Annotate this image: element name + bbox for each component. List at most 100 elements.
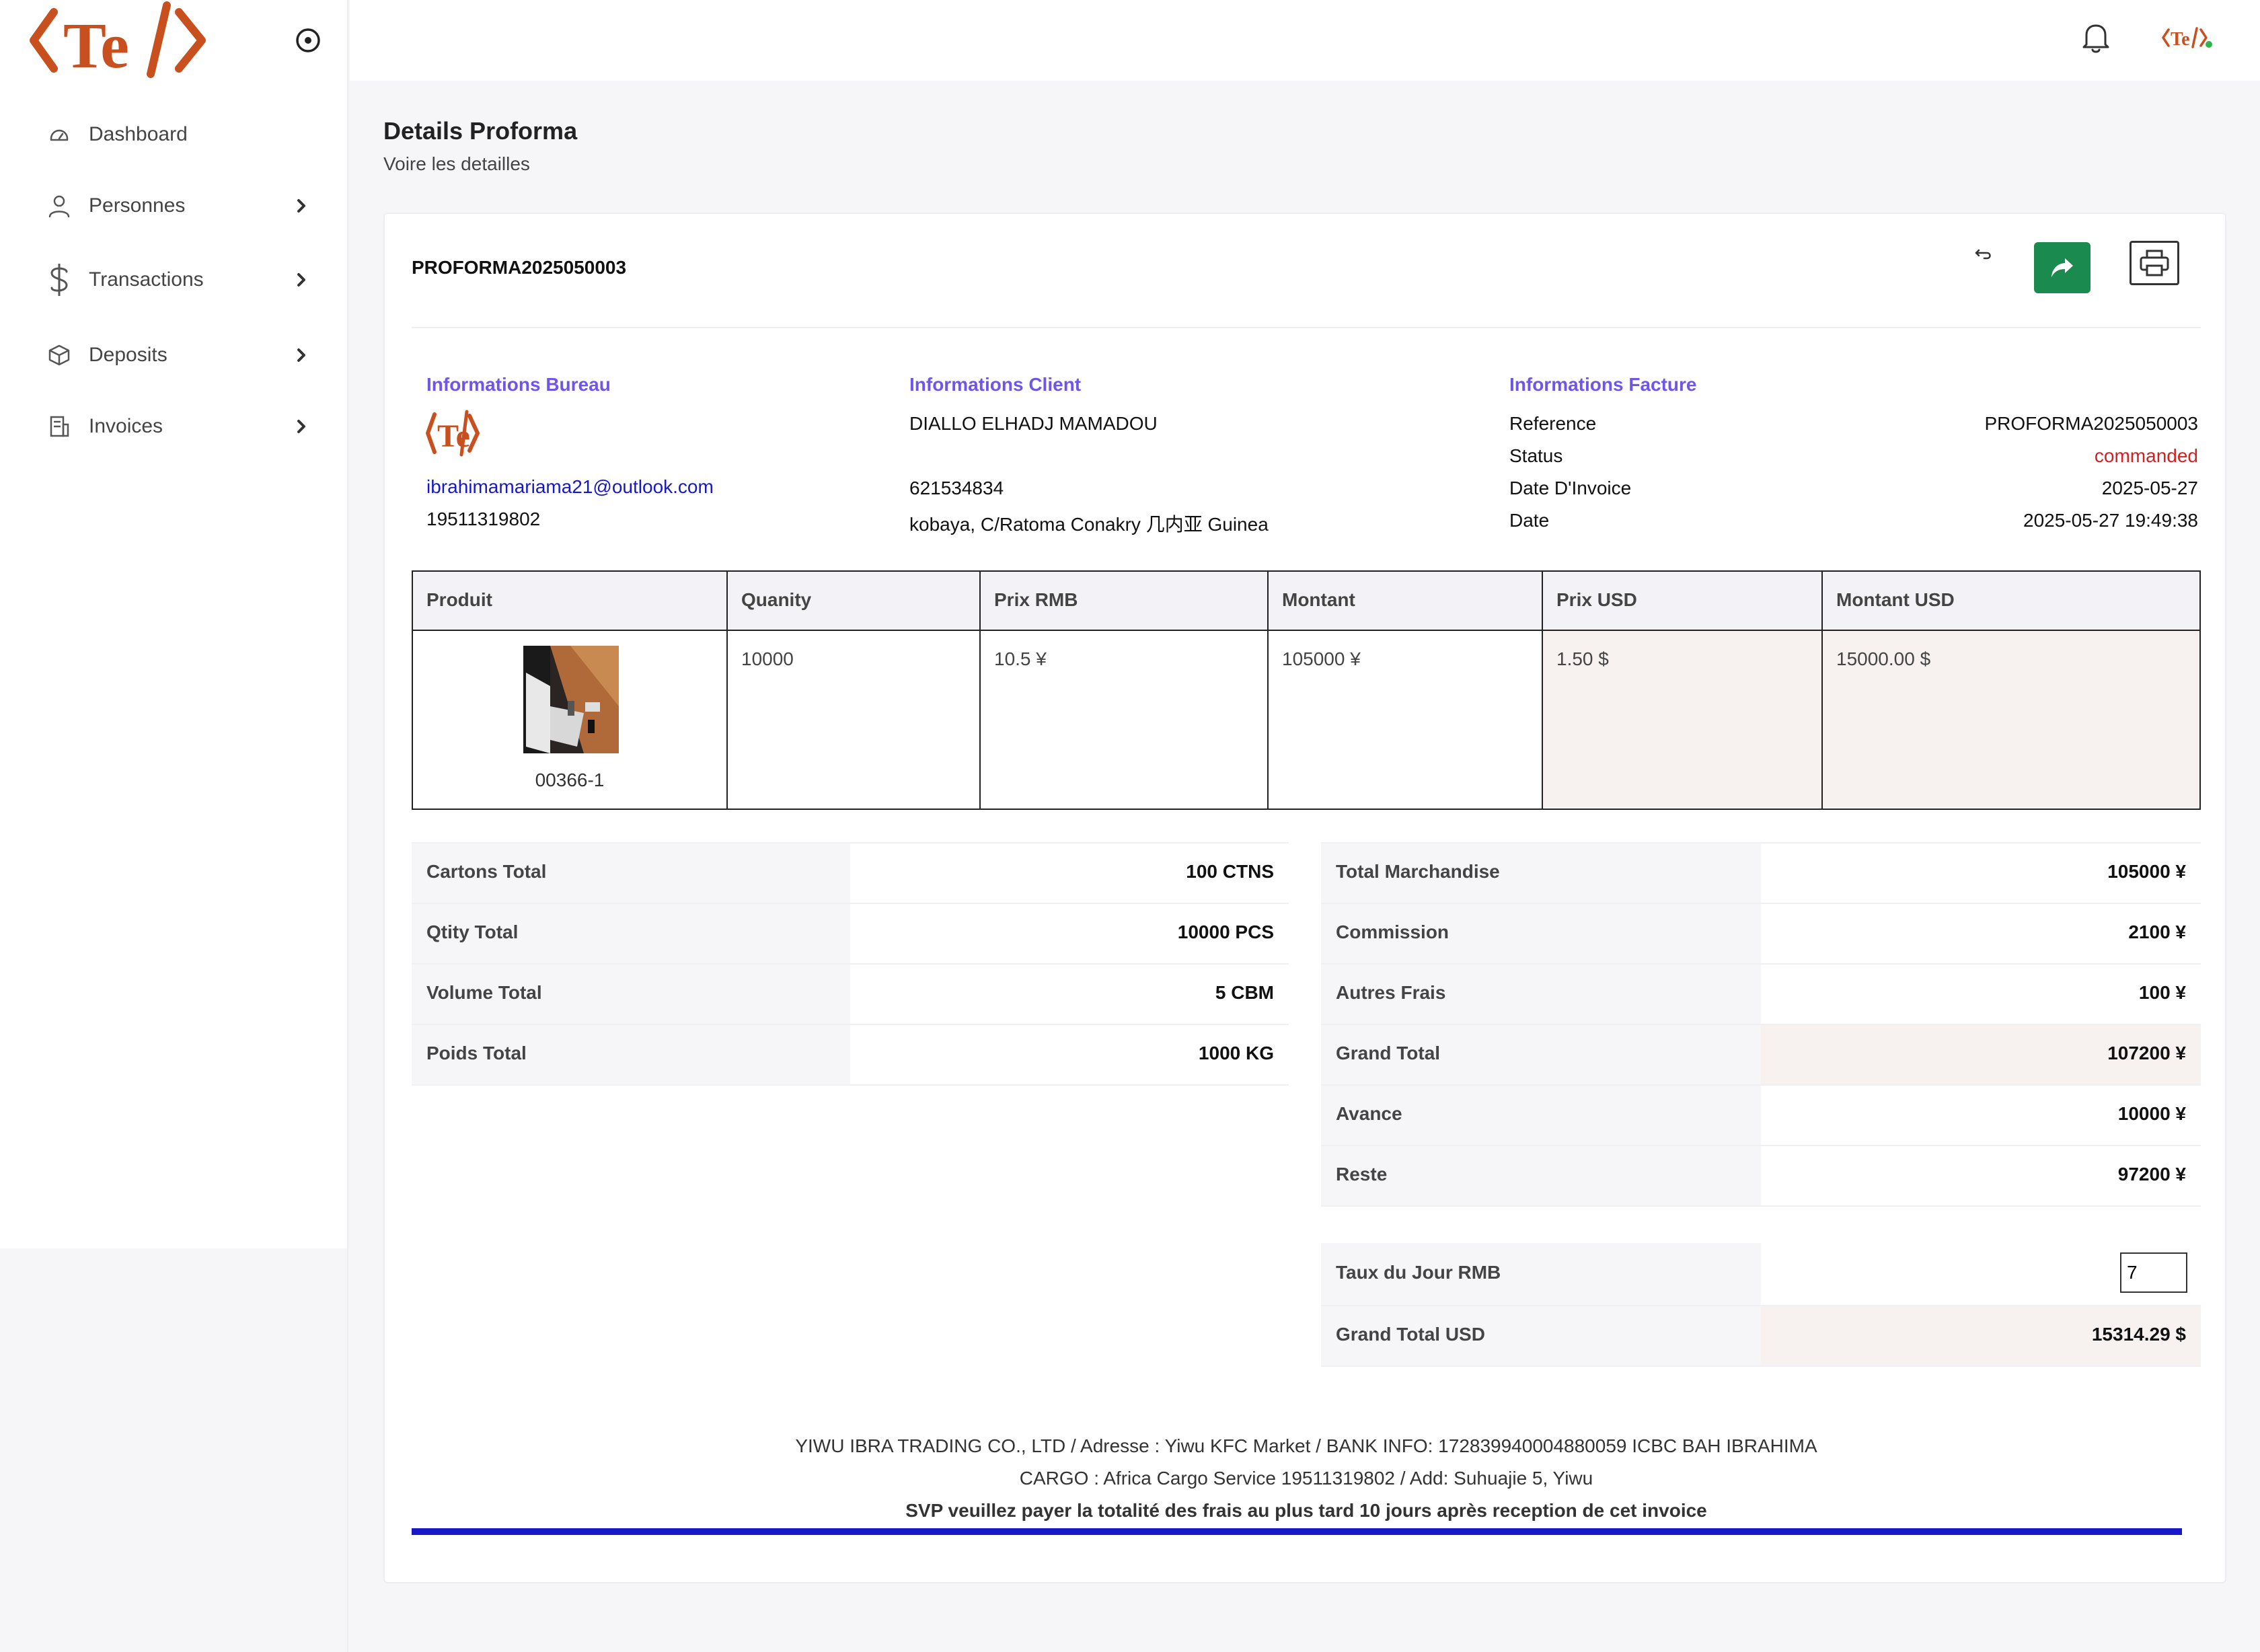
column-header: Produit — [413, 572, 726, 631]
facture-date-label: Date — [1509, 510, 1550, 531]
client-phone: 621534834 — [909, 478, 1004, 498]
column-prix-usd: Prix USD 1.50 $ — [1543, 572, 1823, 809]
row-label: Volume Total — [412, 965, 850, 1024]
column-quantity: Quanity 10000 — [728, 572, 981, 809]
table-row: Qtity Total 10000 PCS — [412, 904, 1289, 965]
facture-status-label: Status — [1509, 445, 1563, 466]
status-badge: commanded — [2094, 445, 2198, 466]
bell-icon[interactable] — [2081, 22, 2111, 54]
sidebar-item-label: Invoices — [89, 415, 163, 437]
row-label: Cartons Total — [412, 843, 850, 903]
table-row: Taux du Jour RMB — [1321, 1243, 2201, 1306]
card-divider — [412, 327, 2201, 328]
user-avatar-logo[interactable]: Te — [2162, 24, 2216, 51]
column-header: Montant — [1269, 572, 1542, 631]
bureau-logo: Te — [426, 410, 480, 457]
row-value: 107200 ¥ — [1761, 1025, 2201, 1084]
rate-cell — [1761, 1243, 2201, 1305]
column-header: Prix RMB — [981, 572, 1267, 631]
row-value: 10000 PCS — [850, 904, 1289, 963]
usd-conversion-table: Taux du Jour RMB Grand Total USD 15314.2… — [1321, 1243, 2201, 1367]
grand-total-usd-value: 15314.29 $ — [1761, 1306, 2201, 1365]
row-label: Autres Frais — [1321, 965, 1761, 1024]
facture-reference-value: PROFORMA2025050003 — [1984, 413, 2198, 434]
brand-logo[interactable]: Te — [27, 0, 215, 83]
rate-input[interactable] — [2120, 1252, 2187, 1293]
client-address: kobaya, C/Ratoma Conakry 几内亚 Guinea — [909, 514, 1269, 535]
person-icon — [46, 192, 73, 219]
table-row: Volume Total 5 CBM — [412, 965, 1289, 1025]
print-button[interactable] — [2130, 241, 2179, 285]
column-montant: Montant 105000 ¥ — [1269, 572, 1543, 809]
chevron-right-icon[interactable] — [288, 192, 315, 219]
column-prix-rmb: Prix RMB 10.5 ¥ — [981, 572, 1269, 809]
footer-divider-bar — [412, 1528, 2182, 1535]
table-row: Commission 2100 ¥ — [1321, 904, 2201, 965]
product-code: 00366-1 — [535, 769, 605, 790]
table-cell: 105000 ¥ — [1282, 648, 1361, 669]
table-row: Avance 10000 ¥ — [1321, 1086, 2201, 1146]
footer-company-info: YIWU IBRA TRADING CO., LTD / Adresse : Y… — [795, 1435, 1817, 1456]
page-title: Details Proforma — [383, 117, 578, 145]
table-cell: 1.50 $ — [1543, 631, 1821, 807]
sidebar-item-deposits[interactable]: Deposits — [46, 335, 315, 375]
client-name: DIALLO ELHADJ MAMADOU — [909, 413, 1158, 434]
proforma-reference-title: PROFORMA2025050003 — [412, 257, 627, 278]
row-label: Reste — [1321, 1146, 1761, 1205]
sidebar-item-transactions[interactable]: Transactions — [46, 260, 315, 300]
target-icon[interactable] — [295, 27, 322, 54]
user-avatar-logo-text: Te — [2171, 29, 2190, 50]
table-cell: 10.5 ¥ — [994, 648, 1047, 669]
sidebar-item-personnes[interactable]: Personnes — [46, 186, 315, 226]
column-montant-usd: Montant USD 15000.00 $ — [1823, 572, 2199, 809]
brand-logo-text: Te — [63, 9, 129, 81]
table-row: Autres Frais 100 ¥ — [1321, 965, 2201, 1025]
column-header: Montant USD — [1823, 572, 2199, 631]
row-label: Grand Total — [1321, 1025, 1761, 1084]
table-row: Grand Total 107200 ¥ — [1321, 1025, 2201, 1086]
footer-payment-notice: SVP veuillez payer la totalité des frais… — [905, 1500, 1707, 1521]
share-icon — [2051, 258, 2073, 277]
dashboard-icon — [46, 121, 73, 148]
client-section-title: Informations Client — [909, 374, 1082, 395]
sidebar-item-label: Dashboard — [89, 123, 188, 145]
table-row: Total Marchandise 105000 ¥ — [1321, 843, 2201, 904]
product-image[interactable] — [523, 646, 619, 753]
sidebar-item-label: Deposits — [89, 344, 167, 366]
top-bar — [350, 0, 2260, 81]
items-table: Produit 00366-1 Quanity 10000 Prix RMB 1… — [412, 570, 2201, 810]
facture-invoice-date-value: 2025-05-27 — [2101, 478, 2198, 498]
sidebar-item-invoices[interactable]: Invoices — [46, 406, 315, 447]
column-produit: Produit 00366-1 — [413, 572, 728, 809]
chevron-right-icon[interactable] — [288, 342, 315, 369]
chevron-right-icon[interactable] — [288, 413, 315, 440]
facture-date-value: 2025-05-27 19:49:38 — [2023, 510, 2198, 531]
column-header: Prix USD — [1543, 572, 1821, 631]
grand-total-usd-label: Grand Total USD — [1321, 1306, 1761, 1365]
row-label: Avance — [1321, 1086, 1761, 1145]
sidebar-item-label: Personnes — [89, 194, 186, 217]
table-row: Reste 97200 ¥ — [1321, 1146, 2201, 1207]
facture-invoice-date-label: Date D'Invoice — [1509, 478, 1632, 498]
row-value: 5 CBM — [850, 965, 1289, 1024]
row-label: Qtity Total — [412, 904, 850, 963]
facture-reference-label: Reference — [1509, 413, 1597, 434]
table-row: Poids Total 1000 KG — [412, 1025, 1289, 1086]
table-cell: 15000.00 $ — [1823, 631, 2199, 807]
share-button[interactable] — [2034, 242, 2090, 293]
bureau-email-link[interactable]: ibrahimamariama21@outlook.com — [426, 476, 714, 498]
facture-section-title: Informations Facture — [1509, 374, 1697, 395]
table-row: Grand Total USD 15314.29 $ — [1321, 1306, 2201, 1367]
amount-totals-table: Total Marchandise 105000 ¥ Commission 21… — [1321, 842, 2201, 1207]
table-row: Cartons Total 100 CTNS — [412, 843, 1289, 904]
row-label: Poids Total — [412, 1025, 850, 1084]
row-value: 100 CTNS — [850, 843, 1289, 903]
footer-cargo-info: CARGO : Africa Cargo Service 19511319802… — [1019, 1468, 1593, 1489]
undo-icon[interactable] — [1973, 243, 1995, 265]
table-cell: 10000 — [741, 648, 794, 669]
row-value: 100 ¥ — [1761, 965, 2201, 1024]
chevron-right-icon[interactable] — [288, 266, 315, 293]
page-subtitle: Voire les detailles — [383, 153, 530, 174]
bureau-phone: 19511319802 — [426, 509, 541, 529]
sidebar-item-dashboard[interactable]: Dashboard — [46, 114, 315, 155]
